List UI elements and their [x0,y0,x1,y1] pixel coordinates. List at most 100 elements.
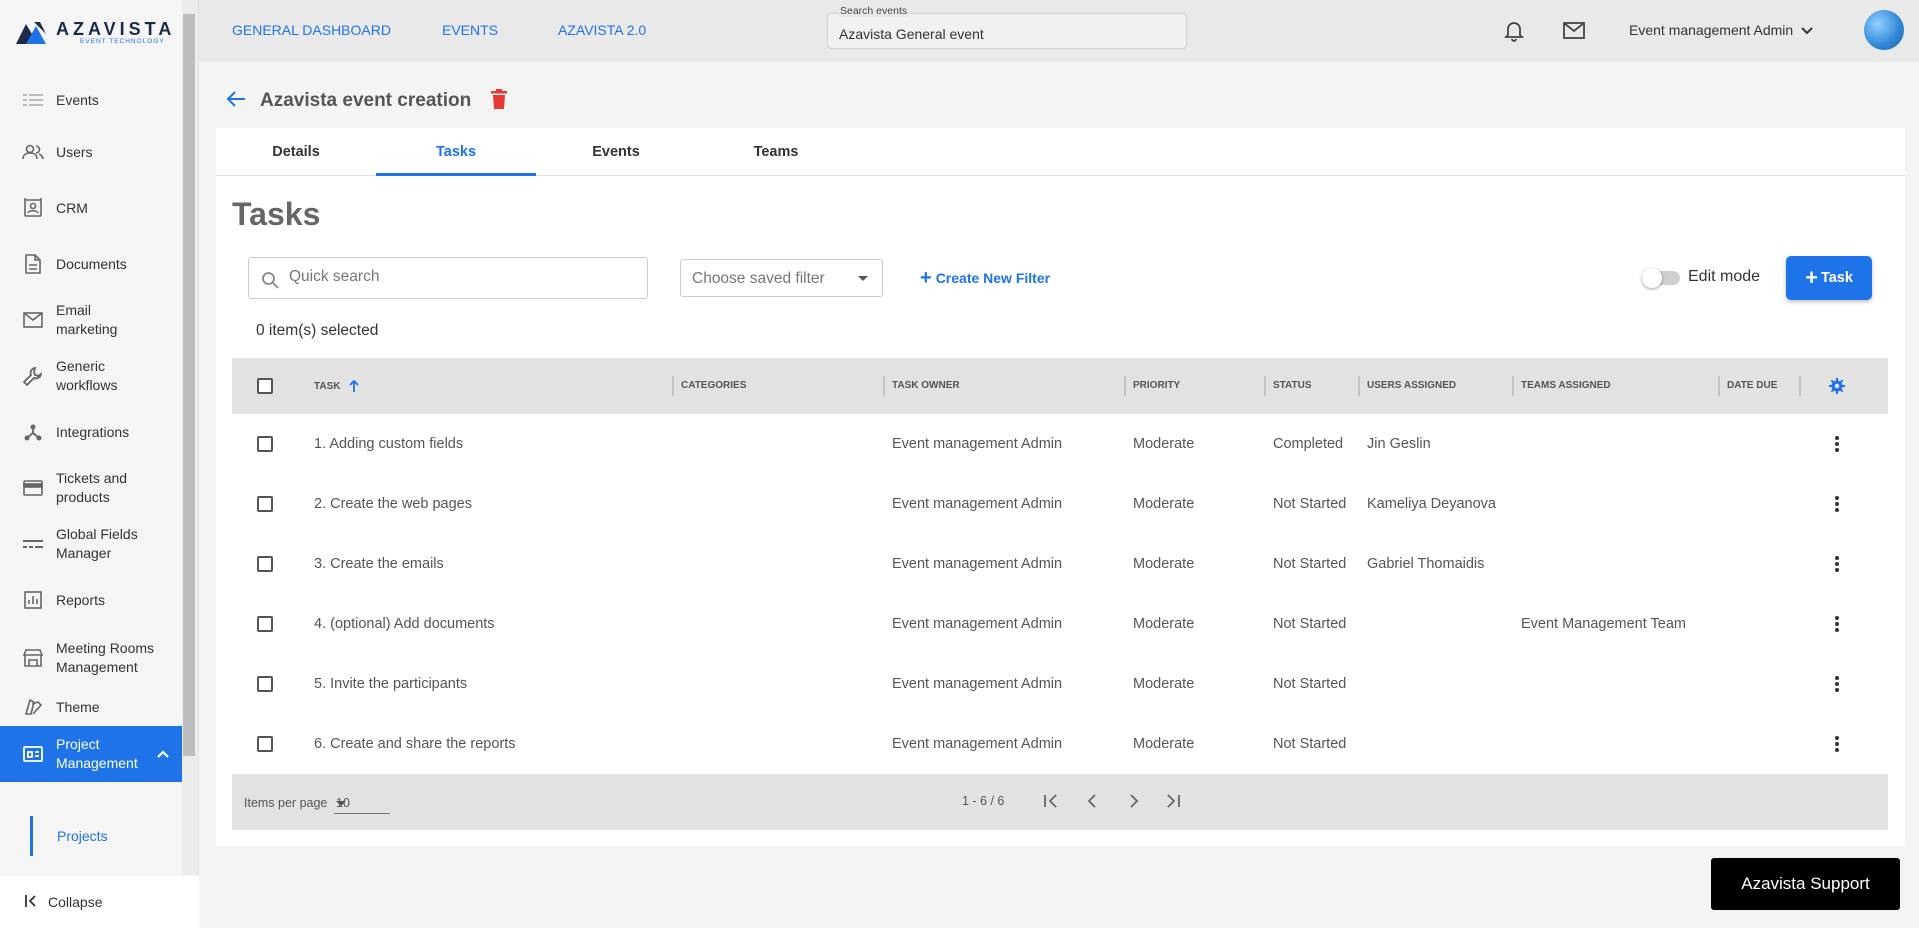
column-header-categories[interactable]: CATEGORIES [681,380,746,391]
select-all-checkbox[interactable] [257,378,273,394]
row-checkbox[interactable] [257,736,273,752]
back-arrow-icon[interactable] [226,90,246,113]
avatar[interactable] [1864,10,1904,50]
cell-task[interactable]: 1. Adding custom fields [314,436,463,452]
quick-search[interactable] [248,257,648,299]
row-menu-icon[interactable] [1827,494,1847,514]
column-separator[interactable] [1358,376,1360,396]
cell-task[interactable]: 4. (optional) Add documents [314,616,495,632]
cell-task-owner: Event management Admin [892,436,1063,452]
column-header-status[interactable]: STATUS [1273,380,1312,391]
column-separator[interactable] [1124,376,1126,396]
tab-details[interactable]: Details [216,128,376,176]
table-row[interactable]: 4. (optional) Add documents Event manage… [232,594,1888,654]
table-row[interactable]: 6. Create and share the reports Event ma… [232,714,1888,774]
row-menu-icon[interactable] [1827,554,1847,574]
column-header-users-assigned[interactable]: USERS ASSIGNED [1367,380,1456,391]
sidebar-item-events[interactable]: Events [0,76,182,124]
items-per-page-select[interactable]: 10 [334,792,390,814]
sidebar-item-integrations[interactable]: Integrations [0,404,182,460]
sidebar-item-documents[interactable]: Documents [0,236,182,292]
next-page-icon[interactable] [1124,792,1142,815]
row-menu-icon[interactable] [1827,434,1847,454]
table-row[interactable]: 2. Create the web pages Event management… [232,474,1888,534]
sidebar-subitem-projects[interactable]: Projects [30,816,182,856]
row-checkbox[interactable] [257,496,273,512]
column-header-date-due[interactable]: DATE DUE [1727,380,1777,391]
bell-icon[interactable] [1503,20,1525,47]
row-menu-icon[interactable] [1827,734,1847,754]
cell-users-assigned: Jin Geslin [1367,436,1431,452]
row-menu-icon[interactable] [1827,674,1847,694]
cell-task[interactable]: 3. Create the emails [314,556,444,572]
sidebar-scrollbar[interactable] [182,0,198,875]
tab-tasks[interactable]: Tasks [376,128,536,176]
add-task-button[interactable]: + Task [1786,256,1872,300]
saved-filter-select[interactable]: Choose saved filter [680,259,883,297]
sidebar-item-users[interactable]: Users [0,124,182,180]
table-row[interactable]: 1. Adding custom fields Event management… [232,414,1888,474]
sidebar-item-meeting-rooms-management[interactable]: Meeting Rooms Management [0,628,182,688]
column-header-task[interactable]: TASK [314,379,359,392]
previous-page-icon[interactable] [1084,792,1102,815]
sidebar-item-global-fields-manager[interactable]: Global Fields Manager [0,516,182,572]
row-checkbox[interactable] [257,436,273,452]
palette-icon [22,696,44,718]
project-icon [22,743,44,765]
sidebar-item-label: Tickets and products [56,470,128,505]
column-header-task-owner[interactable]: TASK OWNER [892,380,960,391]
table-row[interactable]: 3. Create the emails Event management Ad… [232,534,1888,594]
sidebar-item-tickets-and-products[interactable]: Tickets and products [0,460,182,516]
cell-task[interactable]: 2. Create the web pages [314,496,472,512]
column-header-priority[interactable]: PRIORITY [1133,380,1180,391]
sidebar-item-generic-workflows[interactable]: Generic workflows [0,348,182,404]
gear-icon[interactable] [1829,378,1845,399]
sidebar-item-reports[interactable]: Reports [0,572,182,628]
last-page-icon[interactable] [1164,792,1182,815]
table-header: TASK CATEGORIES TASK OWNER PRIORITY STAT… [232,358,1888,414]
tab-events[interactable]: Events [536,128,696,176]
support-button[interactable]: Azavista Support [1711,858,1900,910]
content-panel: Details Tasks Events Teams Tasks Choose … [216,128,1905,846]
cell-teams-assigned: Event Management Team [1521,616,1686,632]
column-separator[interactable] [1264,376,1266,396]
search-events-field[interactable]: Search events Azavista General event [827,5,1187,49]
search-events-value: Azavista General event [839,26,984,42]
sidebar-scroll-thumb[interactable] [183,14,195,756]
mail-icon[interactable] [1563,22,1585,44]
row-checkbox[interactable] [257,616,273,632]
tab-teams[interactable]: Teams [696,128,856,176]
edit-mode-toggle[interactable] [1642,268,1680,288]
logo-wordmark: AZAVISTA [56,19,176,39]
caret-down-icon [336,801,346,806]
column-separator[interactable] [1799,376,1801,396]
column-separator[interactable] [672,376,674,396]
column-separator[interactable] [1718,376,1720,396]
topnav-azavista-2[interactable]: AZAVISTA 2.0 [558,22,646,38]
quick-search-input[interactable] [289,268,629,286]
row-checkbox[interactable] [257,676,273,692]
row-menu-icon[interactable] [1827,614,1847,634]
sidebar-item-email-marketing[interactable]: Email marketing [0,292,182,348]
chevron-up-icon[interactable] [156,746,170,762]
sidebar-item-label: Generic workflows [56,358,118,393]
column-separator[interactable] [1512,376,1514,396]
column-separator[interactable] [883,376,885,396]
cell-task[interactable]: 6. Create and share the reports [314,736,516,752]
collapse-button[interactable]: Collapse [0,876,199,928]
sidebar-item-theme[interactable]: Theme [0,688,182,726]
row-checkbox[interactable] [257,556,273,572]
topnav-events[interactable]: EVENTS [442,22,498,38]
azavista-logo[interactable]: AZAVISTA EVENT TECHNOLOGY [16,18,171,50]
create-new-filter-button[interactable]: + Create New Filter [920,268,1050,288]
column-header-teams-assigned[interactable]: TEAMS ASSIGNED [1521,380,1611,391]
delete-icon[interactable] [491,88,508,114]
sidebar-item-project-management[interactable]: Project Management [0,726,182,782]
cell-task[interactable]: 5. Invite the participants [314,676,467,692]
topnav-general-dashboard[interactable]: GENERAL DASHBOARD [232,22,391,38]
first-page-icon[interactable] [1042,792,1060,815]
user-menu[interactable]: Event management Admin [1629,22,1813,38]
table-row[interactable]: 5. Invite the participants Event managem… [232,654,1888,714]
cell-priority: Moderate [1133,616,1195,632]
sidebar-item-crm[interactable]: CRM [0,180,182,236]
